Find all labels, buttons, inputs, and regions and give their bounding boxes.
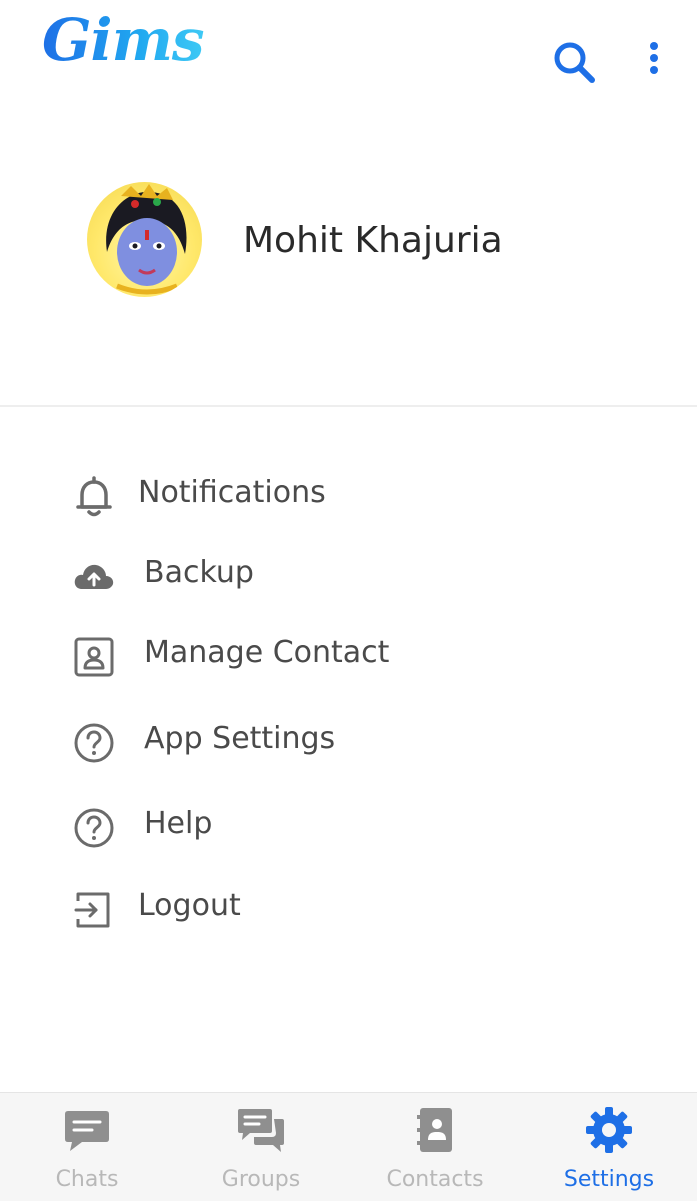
address-book-icon: [410, 1105, 460, 1155]
menu-item-label: Logout: [138, 888, 241, 923]
search-icon: [554, 42, 595, 83]
chat-bubble-icon: [62, 1105, 112, 1155]
menu-item-label: Help: [144, 806, 213, 841]
tab-chats[interactable]: Chats: [0, 1093, 174, 1201]
profile-section[interactable]: Mohit Khajuria: [0, 150, 697, 407]
group-chat-icon: [236, 1105, 286, 1155]
tab-groups[interactable]: Groups: [174, 1093, 348, 1201]
help-circle-icon: [72, 806, 116, 850]
app-logo: Gims: [42, 6, 205, 74]
menu-item-label: Backup: [144, 555, 254, 590]
bell-icon: [72, 475, 116, 519]
top-app-bar: Gims: [0, 0, 697, 120]
contact-card-icon: [72, 635, 116, 679]
menu-item-help[interactable]: Help: [0, 786, 697, 866]
tab-label: Groups: [221, 1167, 301, 1192]
tab-label: Settings: [563, 1167, 655, 1192]
tab-label: Chats: [55, 1167, 119, 1192]
more-vertical-icon: [650, 42, 658, 74]
help-circle-icon: [72, 721, 116, 765]
menu-item-backup[interactable]: Backup: [0, 535, 697, 615]
bottom-navigation: Chats Groups Contacts Settings: [0, 1092, 697, 1201]
menu-item-manage-contact[interactable]: Manage Contact: [0, 615, 697, 695]
logout-icon: [72, 888, 116, 932]
gear-icon: [584, 1105, 634, 1155]
menu-item-app-settings[interactable]: App Settings: [0, 701, 697, 781]
menu-item-label: Manage Contact: [144, 635, 390, 670]
cloud-upload-icon: [72, 555, 116, 599]
menu-item-logout[interactable]: Logout: [0, 868, 697, 948]
tab-label: Contacts: [386, 1167, 484, 1192]
tab-contacts[interactable]: Contacts: [348, 1093, 522, 1201]
tab-settings[interactable]: Settings: [522, 1093, 696, 1201]
overflow-menu-button[interactable]: [636, 36, 672, 88]
menu-item-notifications[interactable]: Notifications: [0, 455, 697, 535]
profile-avatar[interactable]: [87, 182, 202, 297]
profile-name: Mohit Khajuria: [243, 220, 503, 261]
avatar-image: [106, 184, 187, 295]
search-button[interactable]: [548, 36, 600, 88]
menu-item-label: App Settings: [144, 721, 336, 756]
menu-item-label: Notifications: [138, 475, 326, 510]
